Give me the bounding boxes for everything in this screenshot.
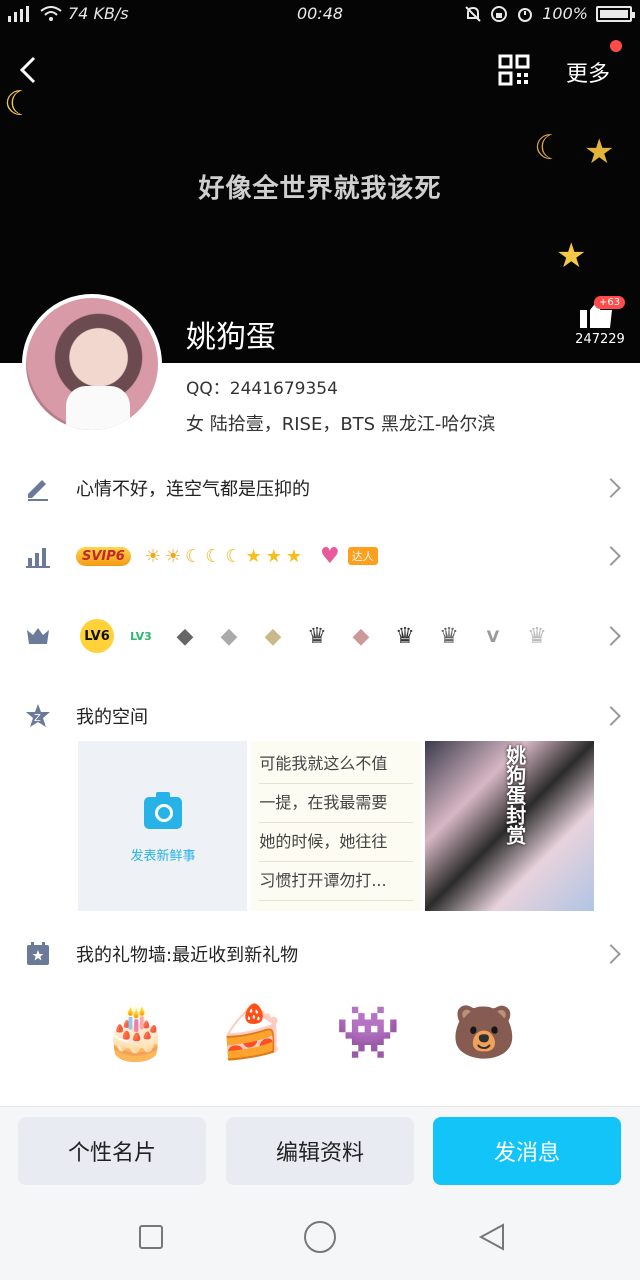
status-bar: 74 KB/s 00:48 100% [0,0,640,32]
mood-text: 心情不好，连空气都是压抑的 [76,479,310,500]
daren-icon: ♥ [319,543,340,569]
back-button[interactable] [10,52,46,88]
moon-icon: ☾ [225,545,242,567]
star-icon: ★ [245,545,262,567]
like-count: 247229 [575,332,625,347]
home-button[interactable] [304,1221,336,1253]
daren-badge: 达人 [347,547,378,565]
mood-row[interactable]: 心情不好，连空气都是压抑的 [0,460,640,516]
pencil-icon [28,480,48,501]
like-button[interactable]: +63 247229 [570,296,630,356]
star-icon: ★ [285,545,302,567]
qr-code-button[interactable] [498,54,530,86]
moon-icon: ☾ [205,545,222,567]
green-diamond-icon: LV3 [130,629,152,643]
gift-wall-title: 我的礼物墙:最近收到新礼物 [76,945,299,966]
latest-photo[interactable]: 姚狗蛋封赏 [424,741,594,911]
new-post-label: 发表新鲜事 [130,849,196,864]
privilege-row[interactable]: LV6 LV3 ◆ ◆ ◆ ♛ ◆ ♛ ♛ V ♛ [0,608,640,664]
space-star-icon: Z [26,704,50,727]
latest-post-text[interactable]: 可能我就这么不值 一提，在我最需要 她的时候，她往往 习惯打开谭勿打... [251,741,421,911]
sun-icon: ☀ [164,545,182,567]
nickname: 姚狗蛋 [186,320,276,355]
level-chart-icon [26,548,50,568]
pink-diamond-icon: ◆ [352,623,370,649]
battery-percent: 100% [542,4,588,23]
svip-badge: SVIP6 [76,546,131,566]
v-badge-icon: V [486,626,500,646]
tuxedo-icon: ♛ [527,623,547,649]
photo-caption: 姚狗蛋封赏 [502,745,527,845]
grey-crown-icon: ♛ [439,623,459,649]
crown-badge-icon: ♛ [307,623,327,649]
recent-apps-button[interactable] [139,1225,163,1249]
gift-wall-row[interactable]: 我的礼物墙:最近收到新礼物 [0,926,640,982]
lock-rotation-icon [491,5,508,22]
alarm-icon [518,7,533,22]
post-text-line: 一提，在我最需要 [259,784,413,823]
back-triangle-button[interactable] [478,1222,506,1252]
vip-level-row[interactable]: SVIP6 ☀ ☀ ☾ ☾ ☾ ★ ★ ★ ♥ 达人 [0,528,640,584]
camera-icon [144,792,182,829]
send-message-button[interactable]: 发消息 [433,1117,621,1185]
svg-text:Z: Z [34,713,41,724]
bear-gift-icon[interactable]: 🐻 [448,988,520,1076]
moon-icon: ☾ [534,128,565,168]
chevron-right-icon [601,546,621,566]
cover-text: 好像全世界就我该死 [198,174,442,204]
gift-list: 🎂 🍰 👾 🐻 [100,988,520,1076]
strawberry-cake-gift-icon[interactable]: 🍰 [216,988,288,1076]
my-space-row[interactable]: Z 我的空间 [0,688,640,744]
new-post-button[interactable]: 发表新鲜事 [78,741,248,911]
qq-number: QQ：2441679354 [186,379,338,399]
action-bar: 个性名片 编辑资料 发消息 [0,1106,640,1196]
grey-diamond-icon: ◆ [220,623,238,649]
grey-diamond-icon: ◆ [176,623,194,649]
penguin-level-icon: LV6 [80,619,114,653]
dark-crown-icon: ♛ [395,623,415,649]
cake-gift-icon[interactable]: 🎂 [100,988,172,1076]
notification-dot [610,40,622,52]
gift-calendar-icon [27,942,49,965]
profile-card-button[interactable]: 个性名片 [18,1117,206,1185]
monster-gift-icon[interactable]: 👾 [332,988,404,1076]
star-icon: ★ [265,545,282,567]
moon-icon: ☾ [4,84,35,124]
mute-icon [465,5,481,22]
space-preview: 发表新鲜事 可能我就这么不值 一提，在我最需要 她的时候，她往往 习惯打开谭勿打… [78,741,594,911]
system-nav-bar [0,1196,640,1280]
avatar[interactable] [22,294,162,434]
battery-icon [596,5,635,22]
star-icon: ★ [584,132,615,172]
post-text-line: 可能我就这么不值 [259,745,413,784]
post-text-line: 习惯打开谭勿打... [259,862,413,901]
moon-icon: ☾ [185,545,202,567]
crown-icon [27,628,49,644]
my-space-title: 我的空间 [76,707,148,728]
like-new-badge: +63 [594,296,626,309]
edit-profile-button[interactable]: 编辑资料 [226,1117,414,1185]
sun-icon: ☀ [144,545,161,567]
post-text-line: 她的时候，她往往 [259,823,413,862]
chevron-right-icon [601,706,621,726]
chevron-right-icon [601,944,621,964]
chevron-right-icon [601,626,621,646]
more-button[interactable]: 更多 [566,56,610,88]
gold-diamond-icon: ◆ [264,623,282,649]
star-icon: ★ [556,236,587,276]
chevron-right-icon [601,478,621,498]
profile-info: 女 陆拾壹，RISE，BTS 黑龙江-哈尔滨 [186,414,496,435]
